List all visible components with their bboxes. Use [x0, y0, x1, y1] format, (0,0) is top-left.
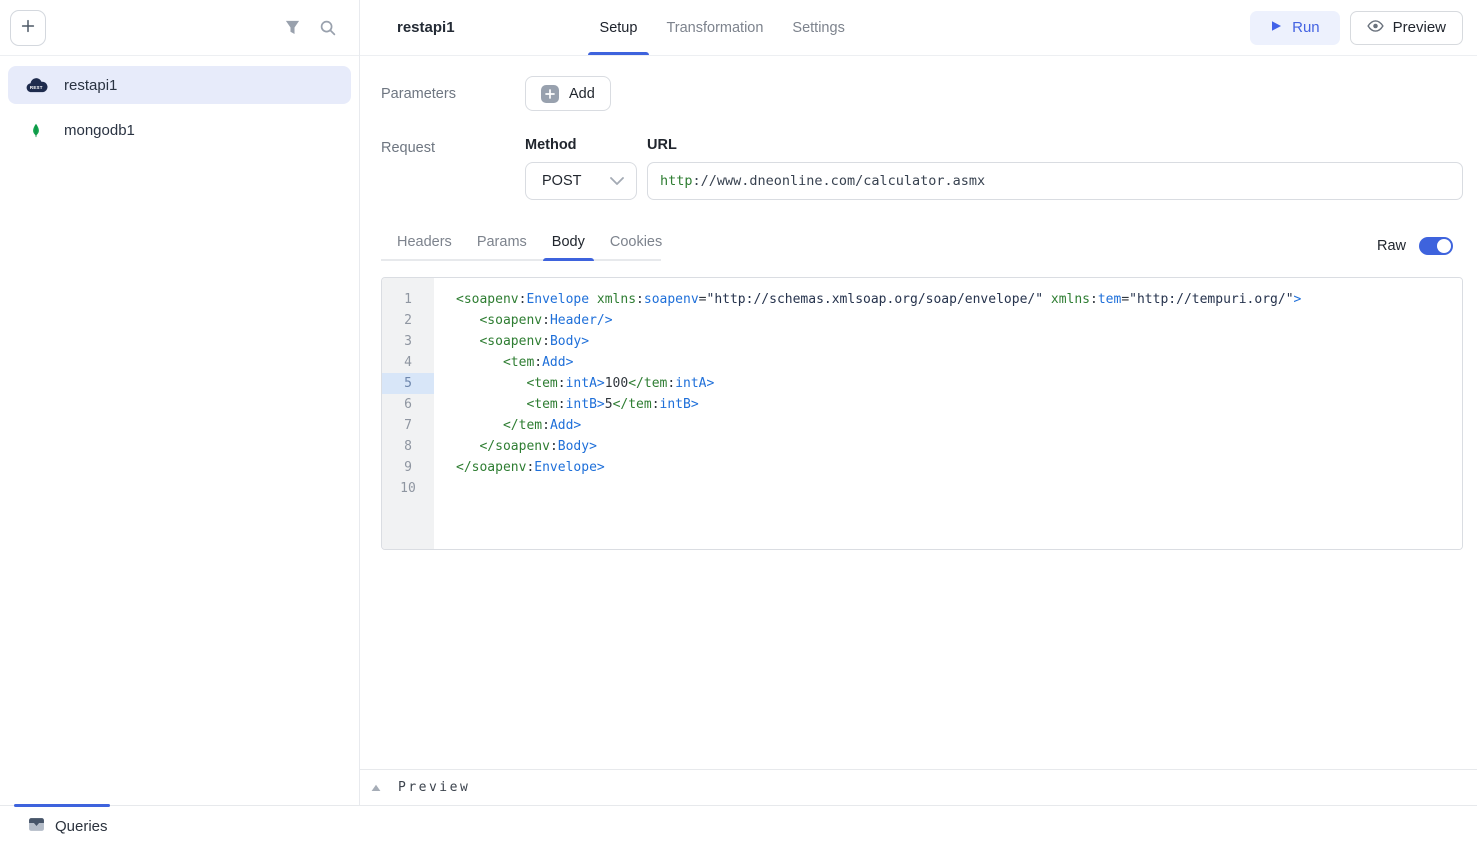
plus-icon	[20, 18, 36, 37]
url-input[interactable]: http://www.dneonline.com/calculator.asmx	[647, 162, 1463, 200]
setup-content: Parameters Add Request Method POST	[360, 56, 1477, 769]
line-number: 10	[382, 478, 434, 499]
line-number: 1	[382, 289, 434, 310]
body-code-editor[interactable]: 12345678910 <soapenv:Envelope xmlns:soap…	[381, 277, 1463, 550]
line-number: 3	[382, 331, 434, 352]
queries-panel-button[interactable]: Queries	[28, 816, 108, 837]
sidebar-item-label: mongodb1	[64, 122, 135, 139]
code-line[interactable]: </tem:Add>	[456, 415, 1454, 436]
caret-up-icon	[371, 779, 381, 797]
preview-button-label: Preview	[1393, 19, 1446, 36]
line-number: 8	[382, 436, 434, 457]
tab-setup[interactable]: Setup	[598, 0, 640, 55]
request-label: Request	[381, 137, 525, 200]
header-tabs: Setup Transformation Settings	[598, 0, 847, 55]
line-number: 2	[382, 310, 434, 331]
run-button[interactable]: Run	[1250, 11, 1340, 45]
plus-square-icon	[541, 85, 559, 103]
app-window: REST restapi1 mongodb1 restapi1 Setup Tr…	[0, 0, 1477, 805]
active-panel-indicator	[14, 804, 110, 807]
method-label: Method	[525, 137, 637, 153]
sidebar-item-restapi1[interactable]: REST restapi1	[8, 66, 351, 104]
add-parameter-button[interactable]: Add	[525, 76, 611, 111]
method-block: Method POST	[525, 137, 637, 200]
line-number: 6	[382, 394, 434, 415]
query-title: restapi1	[397, 19, 455, 36]
queries-label: Queries	[55, 818, 108, 835]
tab-headers[interactable]: Headers	[397, 234, 452, 259]
code-line[interactable]: <soapenv:Header/>	[456, 310, 1454, 331]
code-line[interactable]: </soapenv:Envelope>	[456, 457, 1454, 478]
line-number: 5	[382, 373, 434, 394]
method-select[interactable]: POST	[525, 162, 637, 200]
add-parameter-label: Add	[569, 86, 595, 102]
raw-toggle[interactable]	[1419, 237, 1453, 255]
query-list: REST restapi1 mongodb1	[0, 56, 359, 166]
tab-settings[interactable]: Settings	[790, 0, 846, 55]
preview-bar-label: Preview	[398, 780, 470, 795]
raw-toggle-group: Raw	[1377, 237, 1453, 255]
line-number: 4	[382, 352, 434, 373]
sidebar-item-label: restapi1	[64, 77, 117, 94]
request-row: Request Method POST URL http://www.dneon…	[381, 137, 1463, 200]
mongodb-leaf-icon	[23, 122, 49, 139]
code-line[interactable]: <tem:Add>	[456, 352, 1454, 373]
code-line[interactable]	[456, 478, 1454, 499]
add-query-button[interactable]	[10, 10, 46, 46]
preview-button[interactable]: Preview	[1350, 11, 1463, 45]
code-line[interactable]: <soapenv:Body>	[456, 331, 1454, 352]
code-line[interactable]: <soapenv:Envelope xmlns:soapenv="http://…	[456, 289, 1454, 310]
preview-collapse-bar[interactable]: Preview	[360, 769, 1477, 805]
sidebar-item-mongodb1[interactable]: mongodb1	[8, 111, 351, 149]
line-number-gutter: 12345678910	[382, 278, 434, 549]
query-header: restapi1 Setup Transformation Settings R…	[360, 0, 1477, 56]
sidebar-header	[0, 0, 359, 56]
query-panel: restapi1 Setup Transformation Settings R…	[360, 0, 1477, 805]
raw-label: Raw	[1377, 238, 1406, 254]
chevron-down-icon	[610, 173, 624, 189]
bottom-bar: Queries	[0, 805, 1477, 847]
header-actions: Run Preview	[1250, 11, 1463, 45]
run-button-label: Run	[1292, 19, 1320, 36]
request-subtabs: Headers Params Body Cookies	[381, 234, 661, 261]
code-area[interactable]: <soapenv:Envelope xmlns:soapenv="http://…	[434, 278, 1462, 549]
tab-body[interactable]: Body	[552, 234, 585, 259]
parameters-label: Parameters	[381, 86, 525, 102]
line-number: 9	[382, 457, 434, 478]
queries-icon	[28, 816, 45, 837]
sidebar: REST restapi1 mongodb1	[0, 0, 360, 805]
url-label: URL	[647, 137, 1463, 153]
svg-text:REST: REST	[29, 84, 42, 89]
url-block: URL http://www.dneonline.com/calculator.…	[647, 137, 1463, 200]
method-value: POST	[542, 173, 581, 189]
search-icon[interactable]	[315, 15, 341, 41]
code-line[interactable]: </soapenv:Body>	[456, 436, 1454, 457]
filter-icon[interactable]	[279, 15, 305, 41]
line-number: 7	[382, 415, 434, 436]
tab-cookies[interactable]: Cookies	[610, 234, 662, 259]
eye-icon	[1367, 19, 1384, 37]
tab-params[interactable]: Params	[477, 234, 527, 259]
code-line[interactable]: <tem:intB>5</tem:intB>	[456, 394, 1454, 415]
play-icon	[1270, 19, 1282, 36]
tab-transformation[interactable]: Transformation	[664, 0, 765, 55]
parameters-row: Parameters Add	[381, 76, 1463, 111]
code-line[interactable]: <tem:intA>100</tem:intA>	[456, 373, 1454, 394]
rest-api-cloud-icon: REST	[23, 77, 49, 94]
request-subtabs-row: Headers Params Body Cookies Raw	[381, 234, 1463, 261]
